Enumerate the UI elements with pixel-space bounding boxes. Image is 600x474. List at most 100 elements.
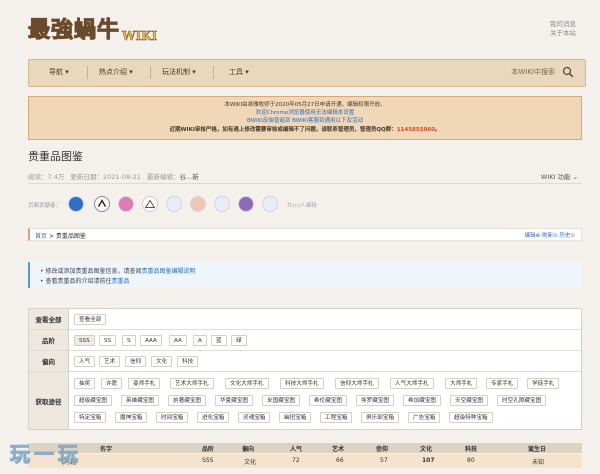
filter-chip[interactable]: 埃罗藏宝图	[356, 395, 394, 406]
main-nav: 导航 ▾ 热点介绍 ▾ 玩法机制 ▾ 工具 ▾ 本WIKI中搜索	[28, 59, 586, 87]
filter-row-bias: 偏向 人气 艺术 信仰 文化 科技	[29, 351, 581, 372]
filter-chip[interactable]: 文化	[151, 356, 173, 367]
nav-hot-intro[interactable]: 热点介绍 ▾	[99, 67, 133, 77]
filter-chip[interactable]: 米国藏宝图	[262, 395, 300, 406]
column-header[interactable]: 名字	[100, 444, 112, 453]
top-bar: 最強蝸牛 WIKI 我的消息 关于本站	[0, 0, 600, 58]
table-row[interactable]: 飞马鞋 SSS 文化 72 66 57 107 80 未知	[28, 454, 582, 468]
filter-chip[interactable]: 时空孔隙藏宝图	[497, 395, 547, 406]
filter-chip[interactable]: 执著藏宝图	[168, 395, 206, 406]
filter-chip[interactable]: 天空藏宝图	[450, 395, 488, 406]
filter-chip-all[interactable]: 查看全部	[74, 314, 107, 325]
filter-chip[interactable]: A	[193, 335, 207, 346]
site-logo[interactable]: 最強蝸牛 WIKI	[27, 14, 157, 46]
filter-panel: 查看全部 查看全部 品阶 SSS SS S AAA AA A 蓝 绿 偏向 人气…	[28, 308, 582, 430]
notice-text: 近期WIKI审核严格，如有遇上修改需要审核或编辑不了问题，请联系管理员，管理员Q…	[169, 126, 397, 133]
breadcrumb-home[interactable]: 首页	[35, 233, 47, 240]
filter-chip[interactable]: 大师手札	[445, 378, 478, 389]
filter-chip[interactable]: 专家手札	[486, 378, 519, 389]
filter-chip[interactable]: 姿师手札	[128, 378, 161, 389]
update-date: 2021-08-21	[103, 173, 141, 181]
filter-chip[interactable]: 超级藏宝图	[74, 395, 112, 406]
search-box[interactable]: 本WIKI中搜索	[457, 64, 577, 81]
filter-chip[interactable]: S	[122, 335, 136, 346]
avatar[interactable]	[262, 196, 278, 212]
filter-chip[interactable]: 幽扭宝箱	[279, 412, 312, 423]
notice-link[interactable]: BWIKI反映普遍到 BWIKI客服到通用以下及活动	[29, 117, 581, 125]
search-icon[interactable]	[562, 66, 574, 78]
filter-label: 偏向	[29, 351, 69, 371]
nav-tools[interactable]: 工具 ▾	[229, 67, 249, 77]
filter-chip[interactable]: 进化宝箱	[197, 412, 230, 423]
filter-row-grade: 品阶 SSS SS S AAA AA A 蓝 绿	[29, 330, 581, 351]
nav-guide[interactable]: 导航 ▾	[49, 67, 69, 77]
filter-chip[interactable]: 抽奖	[74, 378, 96, 389]
item-birthday: 未知	[532, 459, 545, 466]
column-header[interactable]: 诞生日	[528, 444, 546, 453]
avatar[interactable]	[142, 196, 158, 212]
filter-chip[interactable]: SSS	[74, 335, 95, 346]
valuables-link[interactable]: 贵重品	[111, 278, 129, 285]
filter-chip[interactable]: 希加藏宝图	[403, 395, 441, 406]
filter-chip[interactable]: 绿	[231, 335, 247, 346]
item-art: 66	[336, 457, 344, 464]
column-header[interactable]: 偏向	[242, 444, 254, 453]
column-header[interactable]: 人气	[290, 444, 302, 453]
filter-chip[interactable]: 广告宝箱	[408, 412, 441, 423]
column-header[interactable]: 品阶	[202, 444, 214, 453]
search-input[interactable]: 本WIKI中搜索	[511, 67, 555, 77]
filter-chip[interactable]: 许愿	[101, 378, 123, 389]
avatar[interactable]	[166, 196, 182, 212]
filter-chip[interactable]: SS	[99, 335, 117, 346]
filter-chip[interactable]: 文化大师手札	[225, 378, 269, 389]
watermark: 玩一玩	[2, 438, 98, 472]
filter-chip[interactable]: 超级特种宝箱	[449, 412, 493, 423]
filter-chip[interactable]: 华夏藏宝图	[215, 395, 253, 406]
more-contributors[interactable]: 共(n)人编辑	[287, 201, 317, 209]
avatar[interactable]	[94, 196, 110, 212]
edit-guide-link[interactable]: 贵重品图鉴编辑说明	[141, 268, 195, 275]
column-header[interactable]: 信仰	[376, 444, 388, 453]
filter-chip[interactable]: 工程宝箱	[320, 412, 353, 423]
avatar[interactable]	[190, 196, 206, 212]
item-grade: SSS	[202, 457, 214, 464]
filter-chip[interactable]: 人气	[74, 356, 96, 367]
filter-chip[interactable]: 特定宝箱	[74, 412, 107, 423]
my-messages-link[interactable]: 我的消息	[550, 20, 576, 29]
filter-chip[interactable]: 艺术	[99, 356, 121, 367]
filter-chip[interactable]: 学徒手札	[527, 378, 560, 389]
filter-row-source: 获取途径 抽奖 许愿 姿师手札 艺术大师手札 文化大师手札 科技大师手札 信仰大…	[29, 372, 581, 429]
filter-chip[interactable]: 魔神宝箱	[115, 412, 148, 423]
filter-chip[interactable]: AAA	[140, 335, 162, 346]
filter-chip[interactable]: 信仰	[125, 356, 147, 367]
avatar[interactable]	[238, 196, 254, 212]
info-text: 查看贵重品的介绍请前往	[45, 278, 112, 285]
filter-chip[interactable]: 英雄藏宝图	[121, 395, 159, 406]
page-actions[interactable]: 编辑⊕ 刷新⊙ 历史⊙	[525, 231, 575, 239]
breadcrumb-current: 贵重品图鉴	[55, 233, 86, 240]
filter-chip[interactable]: AA	[169, 335, 187, 346]
column-header[interactable]: 文化	[420, 444, 432, 453]
item-bias: 文化	[244, 459, 257, 466]
filter-chip[interactable]: 希伦藏宝图	[309, 395, 347, 406]
filter-chip[interactable]: 科技大师手札	[280, 378, 324, 389]
filter-chip[interactable]: 蓝	[211, 335, 227, 346]
filter-chip[interactable]: 信仰大师手札	[335, 378, 379, 389]
avatar[interactable]	[118, 196, 134, 212]
column-header[interactable]: 艺术	[332, 444, 344, 453]
filter-chip[interactable]: 灵魂宝箱	[238, 412, 271, 423]
filter-chip[interactable]: 人气大师手札	[390, 378, 434, 389]
filter-chip[interactable]: 艺术大师手札	[170, 378, 214, 389]
wiki-function-menu[interactable]: WIKI 功能 ⌄	[541, 171, 578, 181]
latest-editor[interactable]: 谷...新	[180, 173, 199, 181]
filter-chip[interactable]: 俱乐部宝箱	[361, 412, 399, 423]
notice-link[interactable]: 欢迎Chrome浏览器使用无法编辑本设置	[29, 109, 581, 117]
column-header[interactable]: 科技	[465, 444, 477, 453]
filter-label: 查看全部	[29, 309, 69, 329]
about-link[interactable]: 关于本站	[550, 29, 576, 38]
filter-chip[interactable]: 时间宝箱	[156, 412, 189, 423]
avatar[interactable]	[68, 196, 84, 212]
nav-gameplay[interactable]: 玩法机制 ▾	[162, 67, 196, 77]
avatar[interactable]	[214, 196, 230, 212]
filter-chip[interactable]: 科技	[177, 356, 199, 367]
